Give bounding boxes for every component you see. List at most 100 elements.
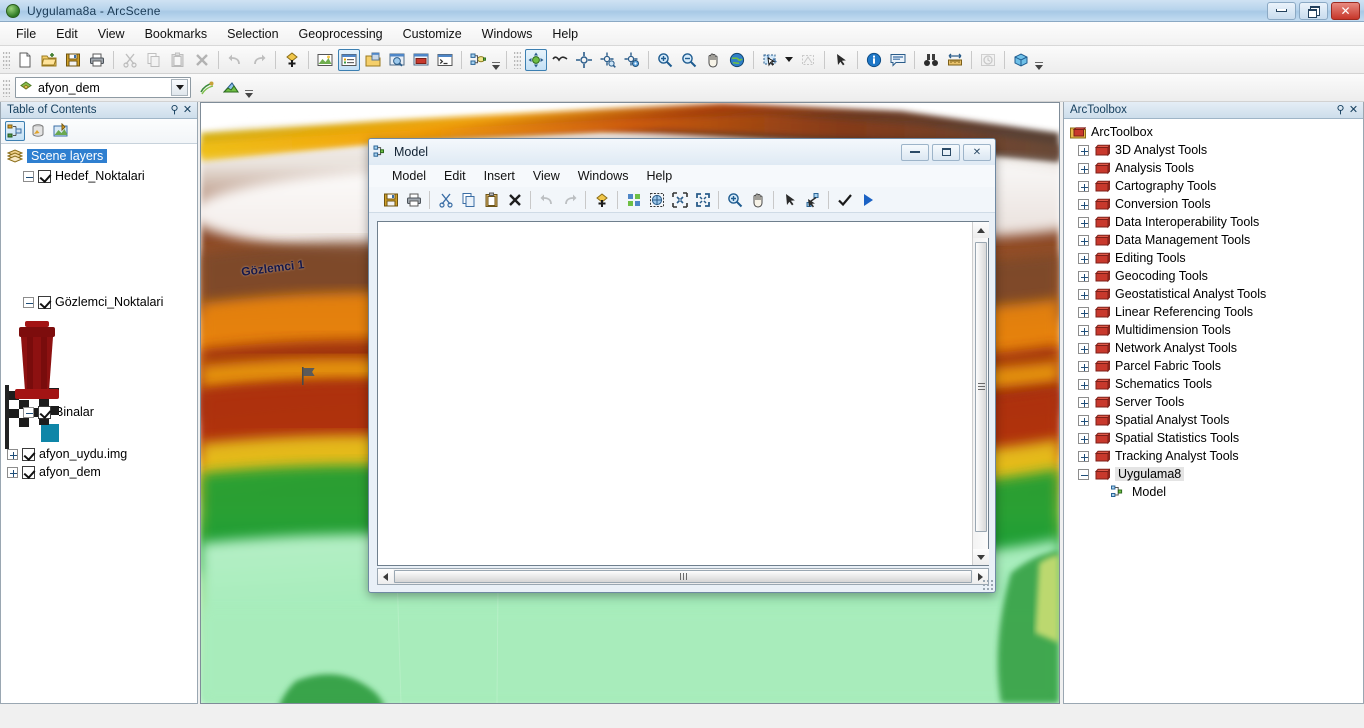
minimize-button[interactable] [1267,1,1296,20]
toc-layer-hedef-noktalari[interactable]: Hedef_Noktalari [1,167,197,185]
scroll-down-button[interactable] [973,549,989,565]
toc-expand-minus-icon[interactable] [23,170,34,182]
model-menu-view[interactable]: View [524,167,569,185]
model-restore-button[interactable] [932,143,960,161]
toc-layer-checkbox[interactable] [38,295,51,309]
arctoolbox-item-conversion-tools[interactable]: Conversion Tools [1064,195,1363,213]
expand-plus-icon[interactable] [1078,450,1089,462]
menu-help[interactable]: Help [542,24,588,44]
toc-layer-gozlemci-noktalari[interactable]: Gözlemci_Noktalari [1,293,197,311]
cut-scissors-icon[interactable] [435,189,456,210]
navigate-icon[interactable] [525,48,547,71]
zoom-in-icon[interactable] [654,49,676,71]
expand-plus-icon[interactable] [1078,378,1089,390]
maximize-button[interactable] [1299,1,1328,20]
arctoolbox-item-server-tools[interactable]: Server Tools [1064,393,1363,411]
arctoolbox-item-linear-referencing-tools[interactable]: Linear Referencing Tools [1064,303,1363,321]
arctoolbox-item-data-interoperability-tools[interactable]: Data Interoperability Tools [1064,213,1363,231]
model-menu-help[interactable]: Help [637,167,681,185]
arctoolbox-item-parcel-fabric-tools[interactable]: Parcel Fabric Tools [1064,357,1363,375]
pin-icon[interactable]: ⚲ [1334,104,1347,117]
menu-selection[interactable]: Selection [217,24,288,44]
animation-icon[interactable] [196,77,218,99]
save-icon[interactable] [380,189,401,210]
toc-tab-list-by-source[interactable] [28,121,48,141]
arctoolbox-item-geocoding-tools[interactable]: Geocoding Tools [1064,267,1363,285]
delete-x-icon[interactable] [191,49,213,71]
vertical-scroll-thumb[interactable] [975,242,987,532]
model-builder-icon[interactable] [467,49,489,71]
menu-customize[interactable]: Customize [393,24,472,44]
expand-plus-icon[interactable] [1078,198,1089,210]
expand-plus-icon[interactable] [1078,216,1089,228]
arctoolbox-item-3d-analyst-tools[interactable]: 3D Analyst Tools [1064,141,1363,159]
menu-view[interactable]: View [88,24,135,44]
fly-icon[interactable] [549,49,571,71]
catalog-icon[interactable] [362,49,384,71]
toc-expand-plus-icon[interactable] [7,466,18,478]
expand-plus-icon[interactable] [1078,180,1089,192]
html-popup-icon[interactable] [887,49,909,71]
toc-layer-afyon-dem[interactable]: afyon_dem [1,463,197,481]
expand-minus-icon[interactable] [1078,468,1089,480]
paste-icon[interactable] [167,49,189,71]
expand-plus-icon[interactable] [1078,414,1089,426]
tools-toolbar-grip[interactable] [514,50,521,69]
close-icon[interactable]: ✕ [181,104,194,117]
python-window-icon[interactable] [434,49,456,71]
select-features-icon[interactable] [759,49,781,71]
expand-plus-icon[interactable] [1078,306,1089,318]
model-menu-insert[interactable]: Insert [475,167,524,185]
arctoolbox-item-multidimension-tools[interactable]: Multidimension Tools [1064,321,1363,339]
toc-layer-afyon-uydu[interactable]: afyon_uydu.img [1,445,197,463]
arctoolbox-item-analysis-tools[interactable]: Analysis Tools [1064,159,1363,177]
table-of-contents-icon[interactable] [338,48,360,71]
expand-plus-icon[interactable] [1078,252,1089,264]
model-close-button[interactable]: ✕ [963,143,991,161]
select-arrow-icon[interactable] [779,189,800,210]
zoom-to-extent-icon[interactable] [692,189,713,210]
toc-layer-checkbox[interactable] [38,169,51,183]
scroll-up-button[interactable] [973,222,989,238]
toc-layer-checkbox[interactable] [22,465,35,479]
expand-plus-icon[interactable] [1078,324,1089,336]
redo-icon[interactable] [248,49,270,71]
expand-plus-icon[interactable] [1078,396,1089,408]
add-data-icon[interactable] [281,49,303,71]
run-play-icon[interactable] [857,189,878,210]
undo-icon[interactable] [536,189,557,210]
model-canvas-horizontal-scrollbar[interactable] [377,568,989,585]
close-icon[interactable]: ✕ [1347,104,1360,117]
arctoolbox-item-uygulama8[interactable]: Uygulama8 [1064,465,1363,483]
menu-windows[interactable]: Windows [472,24,543,44]
arctoolbox-item-cartography-tools[interactable]: Cartography Tools [1064,177,1363,195]
select-elements-arrow-icon[interactable] [830,49,852,71]
select-dropdown-icon[interactable] [783,49,795,71]
toc-tab-list-by-visibility[interactable] [51,121,71,141]
toolbar-overflow-button[interactable] [490,50,502,70]
expand-plus-icon[interactable] [1078,144,1089,156]
perspective-view-icon[interactable] [220,77,242,99]
expand-plus-icon[interactable] [1078,270,1089,282]
model-canvas[interactable] [377,221,989,566]
model-builder-window[interactable]: Model ✕ Model Edit Insert View Windows H… [368,138,996,593]
set-observer-icon[interactable] [621,49,643,71]
expand-plus-icon[interactable] [1078,288,1089,300]
zoom-to-target-icon[interactable] [597,49,619,71]
delete-x-icon[interactable] [504,189,525,210]
toc-expand-minus-icon[interactable] [23,406,34,418]
redo-icon[interactable] [559,189,580,210]
full-view-icon[interactable] [646,189,667,210]
find-binoculars-icon[interactable] [920,49,942,71]
expand-plus-icon[interactable] [1078,342,1089,354]
arctoolbox-icon[interactable] [410,49,432,71]
layer-combobox-arrow-icon[interactable] [171,79,188,96]
copy-icon[interactable] [458,189,479,210]
print-icon[interactable] [403,189,424,210]
expand-plus-icon[interactable] [1078,234,1089,246]
scene-properties-icon[interactable] [314,49,336,71]
clear-selection-icon[interactable] [797,49,819,71]
arctoolbox-child-model[interactable]: Model [1064,483,1363,501]
identify-icon[interactable] [863,49,885,71]
menu-file[interactable]: File [6,24,46,44]
